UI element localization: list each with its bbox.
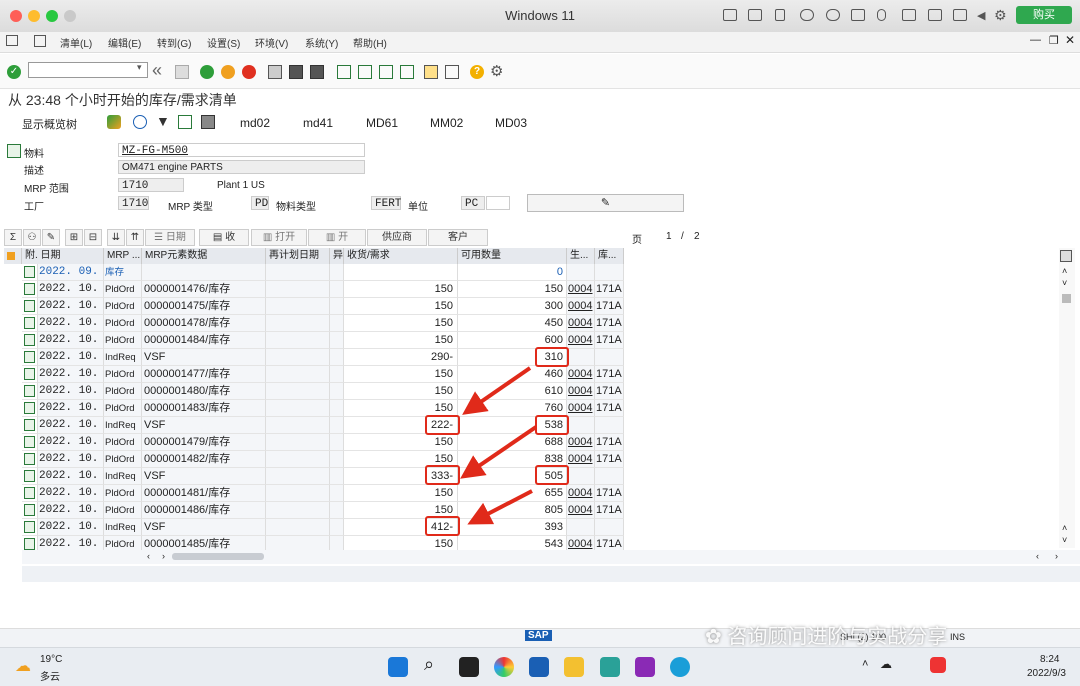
cloud-icon[interactable]: ☁ [880, 657, 892, 671]
scroll-up-bottom-icon[interactable]: ˄ [1062, 523, 1067, 533]
watermark: ✿ 咨询顾问进阶与实战分享 [705, 626, 948, 648]
ime-icon[interactable] [930, 657, 946, 673]
weather-text[interactable]: 多云 [40, 668, 60, 683]
task-view-icon[interactable] [459, 657, 479, 677]
watermark-text: 咨询顾问进阶与实战分享 [727, 626, 948, 648]
onenote-icon[interactable] [635, 657, 655, 677]
horizontal-scrollbar[interactable]: ‹ › ‹ › [22, 550, 1080, 564]
vertical-scrollbar[interactable]: ˄ ˅ ˄ ˅ [1059, 248, 1075, 548]
arrow [460, 425, 538, 479]
scroll-left-icon[interactable]: ‹ [147, 551, 150, 561]
chevron-up-icon[interactable]: ˄ [862, 658, 868, 670]
clock-date[interactable]: 2022/9/3 [1027, 668, 1066, 679]
grid-footer [22, 566, 1080, 582]
chrome-icon[interactable] [494, 657, 514, 677]
input-mode[interactable]: INS [950, 632, 965, 642]
temperature[interactable]: 19°C [40, 654, 62, 665]
column-layout-icon[interactable] [1060, 250, 1072, 262]
scroll-down-icon[interactable]: ˅ [1062, 278, 1067, 288]
file-explorer-icon[interactable] [564, 657, 584, 677]
edge-icon[interactable] [670, 657, 690, 677]
scroll-thumb-vertical[interactable] [1062, 294, 1071, 303]
arrow [462, 366, 532, 415]
start-icon[interactable] [388, 657, 408, 677]
scroll-thumb[interactable] [172, 553, 264, 560]
scroll-up-icon[interactable]: ˄ [1062, 266, 1067, 276]
sap-logon-icon[interactable] [529, 657, 549, 677]
weather-icon[interactable]: ☁ [15, 656, 31, 676]
arrow [467, 489, 533, 525]
windows-taskbar: ☁ 19°C 多云 ⌕ ˄ ☁ 8:24 2022/9/3 [0, 647, 1080, 686]
clock-time[interactable]: 8:24 [1040, 654, 1059, 665]
annotation-arrows [460, 366, 538, 525]
scroll-right-icon[interactable]: › [162, 551, 165, 561]
scroll-down-bottom-icon[interactable]: ˅ [1062, 535, 1067, 545]
scroll-right2-icon[interactable]: › [1055, 551, 1058, 561]
sap-logo: SAP [525, 630, 552, 641]
search-icon[interactable]: ⌕ [424, 654, 434, 675]
app-icon[interactable] [600, 657, 620, 677]
scroll-left2-icon[interactable]: ‹ [1036, 551, 1039, 561]
